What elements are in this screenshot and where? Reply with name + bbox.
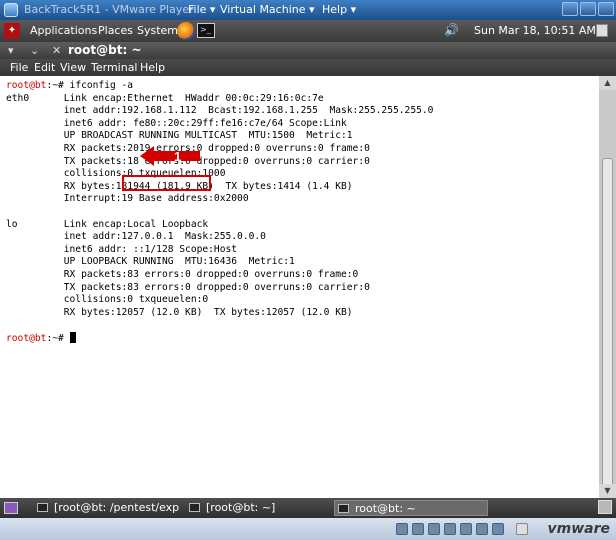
user-avatar-icon[interactable]: [516, 523, 528, 535]
terminal-line-text: lo Link encap:Local Loopback: [6, 218, 209, 230]
harddisk-device-icon[interactable]: [476, 523, 488, 535]
terminal-line-text: inet6 addr: fe80::20c:29ff:fe16:c7e/64 S…: [6, 117, 347, 129]
terminal-line: RX packets:83 errors:0 dropped:0 overrun…: [6, 269, 359, 280]
places-menu[interactable]: Places: [98, 24, 133, 37]
terminal-task-icon: [338, 504, 349, 513]
ip-address-highlight-box: [122, 175, 211, 191]
minimize-button[interactable]: [562, 2, 578, 16]
shell-prompt: root@bt: [6, 80, 47, 91]
vmware-menu-help[interactable]: Help ▾: [322, 3, 356, 16]
vmware-menu-virtual-machine[interactable]: Virtual Machine ▾: [220, 3, 315, 16]
shell-prompt: root@bt: [6, 333, 47, 344]
clock[interactable]: Sun Mar 18, 10:51 AM: [474, 24, 596, 37]
terminal-menu-terminal[interactable]: Terminal: [91, 61, 138, 74]
vmware-logo: vmware: [547, 521, 611, 537]
terminal-menu-edit[interactable]: Edit: [34, 61, 55, 74]
window-controls: [560, 2, 614, 19]
scroll-down-icon[interactable]: ▼: [599, 484, 616, 498]
annotation-number: 1: [174, 149, 181, 164]
terminal-line-text: eth0 Link encap:Ethernet HWaddr 00:0c:29…: [6, 92, 324, 104]
terminal-line: root@bt:~#: [6, 332, 76, 344]
terminal-line-text: RX bytes:12057 (12.0 KB) TX bytes:12057 …: [6, 306, 353, 318]
terminal-line-text: ifconfig -a: [69, 80, 134, 91]
terminal-menubar: File Edit View Terminal Help: [0, 59, 616, 76]
terminal-line-text: inet6 addr: ::1/128 Scope:Host: [6, 243, 238, 255]
terminal-minimize-icon[interactable]: ⌄: [30, 44, 39, 57]
terminal-line-text: UP LOOPBACK RUNNING MTU:16436 Metric:1: [6, 256, 295, 268]
terminal-line: eth0 Link encap:Ethernet HWaddr 00:0c:29…: [6, 93, 324, 104]
vmware-menu-file[interactable]: File ▾: [188, 3, 215, 16]
terminal-menu-help[interactable]: Help: [140, 61, 165, 74]
backtrack-logo-icon[interactable]: ✦: [4, 23, 20, 39]
terminal-close-icon[interactable]: ✕: [52, 44, 61, 57]
terminal-line: inet addr:127.0.0.1 Mask:255.0.0.0: [6, 231, 266, 242]
terminal-line: UP BROADCAST RUNNING MULTICAST MTU:1500 …: [6, 130, 353, 141]
terminal-menu-view[interactable]: View: [60, 61, 86, 74]
vmware-window-title: BackTrack5R1 - VMware Player: [24, 3, 194, 16]
text-cursor: [69, 332, 76, 343]
terminal-line: UP LOOPBACK RUNNING MTU:16436 Metric:1: [6, 256, 295, 267]
vmware-title-bar: BackTrack5R1 - VMware Player File ▾ Virt…: [0, 0, 616, 20]
terminal-line: inet6 addr: ::1/128 Scope:Host: [6, 244, 237, 255]
terminal-task-icon: [37, 503, 48, 512]
terminal-line: TX packets:83 errors:0 dropped:0 overrun…: [6, 282, 370, 293]
show-desktop-icon[interactable]: [4, 502, 18, 514]
terminal-line: inet6 addr: fe80::20c:29ff:fe16:c7e/64 S…: [6, 118, 347, 129]
shell-prompt-path: :~#: [46, 80, 70, 91]
terminal-line-text: UP BROADCAST RUNNING MULTICAST MTU:1500 …: [6, 130, 353, 142]
terminal-line: RX bytes:12057 (12.0 KB) TX bytes:12057 …: [6, 307, 353, 318]
terminal-line-text: TX packets:83 errors:0 dropped:0 overrun…: [6, 281, 370, 293]
terminal-launcher-icon[interactable]: >_: [197, 23, 215, 38]
printer-device-icon[interactable]: [460, 523, 472, 535]
terminal-scrollbar[interactable]: ▲ ▼: [599, 76, 616, 498]
terminal-window-title: root@bt: ~: [68, 43, 142, 57]
usb-device-icon[interactable]: [428, 523, 440, 535]
terminal-line-text: Interrupt:19 Base address:0x2000: [6, 193, 249, 205]
terminal-line-text: collisions:0 txqueuelen:0: [6, 294, 209, 306]
applications-menu[interactable]: Applications: [30, 24, 97, 37]
taskbar-item[interactable]: [root@bt: /pentest/exp...: [34, 500, 180, 516]
terminal-menu-file[interactable]: File: [10, 61, 28, 74]
vmware-status-bar: vmware: [0, 518, 616, 540]
terminal-line-text: inet addr:192.168.1.112 Bcast:192.168.1.…: [6, 105, 434, 117]
terminal-line: inet addr:192.168.1.112 Bcast:192.168.1.…: [6, 105, 434, 117]
terminal-menu-arrow-icon[interactable]: ▾: [8, 44, 14, 57]
taskbar-item[interactable]: [root@bt: ~]: [186, 500, 326, 516]
network-device-icon[interactable]: [396, 523, 408, 535]
scroll-up-icon[interactable]: ▲: [599, 76, 616, 90]
terminal-line: Interrupt:19 Base address:0x2000: [6, 193, 249, 204]
terminal-output[interactable]: root@bt:~# ifconfig -a eth0 Link encap:Et…: [0, 76, 599, 498]
terminal-line-text: RX packets:83 errors:0 dropped:0 overrun…: [6, 269, 359, 280]
volume-icon[interactable]: 🔊: [444, 24, 459, 37]
scrollbar-thumb[interactable]: [602, 158, 613, 488]
annotation-arrow: 1: [140, 146, 200, 166]
terminal-line: lo Link encap:Local Loopback: [6, 219, 208, 230]
taskbar-item-active[interactable]: root@bt: ~: [334, 500, 488, 516]
terminal-line: collisions:0 txqueuelen:0: [6, 294, 208, 305]
sound-device-icon[interactable]: [444, 523, 456, 535]
close-button[interactable]: [598, 2, 614, 16]
gnome-bottom-panel: [root@bt: /pentest/exp... [root@bt: ~] r…: [0, 498, 616, 518]
system-menu[interactable]: System: [137, 24, 178, 37]
message-device-icon[interactable]: [492, 523, 504, 535]
terminal-line: root@bt:~# ifconfig -a: [6, 80, 133, 91]
shell-prompt-path: :~#: [46, 333, 70, 344]
workspace-switcher[interactable]: [598, 500, 612, 514]
cdrom-device-icon[interactable]: [412, 523, 424, 535]
gnome-top-panel: ✦ Applications Places System >_ 🔊 Sun Ma…: [0, 20, 616, 42]
arrow-shape: [140, 146, 200, 166]
firefox-launcher-icon[interactable]: [177, 22, 195, 40]
terminal-title-bar: ▾ ⌄ ✕ root@bt: ~: [0, 42, 616, 59]
terminal-line-text: inet addr:127.0.0.1 Mask:255.0.0.0: [6, 231, 266, 243]
maximize-button[interactable]: [580, 2, 596, 16]
vmware-app-icon: [4, 3, 18, 17]
terminal-task-icon: [189, 503, 200, 512]
power-icon[interactable]: [596, 24, 608, 37]
